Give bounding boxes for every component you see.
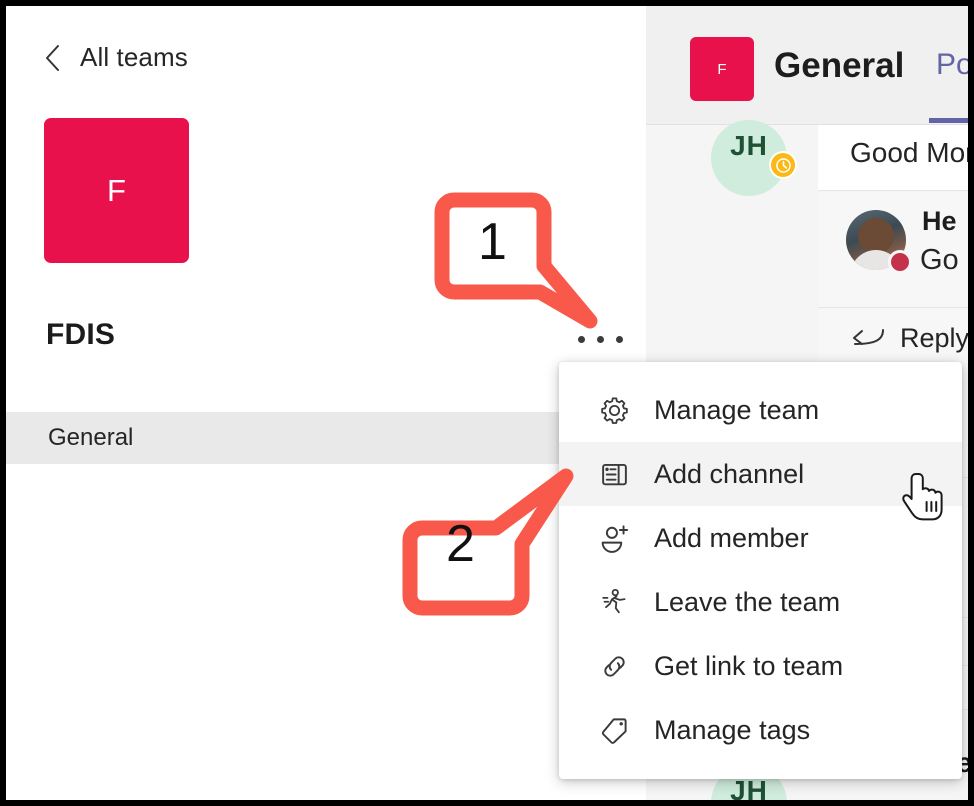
callout-number: 2 [446, 515, 475, 573]
menu-item-label: Manage team [654, 394, 820, 425]
team-avatar[interactable]: F [44, 118, 189, 263]
message-text: Go [920, 244, 959, 276]
chat-team-avatar: F [690, 37, 754, 101]
team-context-menu: Manage team Add channel Add member Leave… [559, 362, 962, 779]
menu-item-label: Add channel [654, 458, 805, 489]
tab-posts[interactable]: Posts [936, 48, 968, 82]
callout-number: 1 [478, 213, 507, 271]
status-badge-away [769, 151, 797, 179]
message-text: Good Mor [850, 137, 968, 168]
menu-item-get-link-to-team[interactable]: Get link to team [559, 634, 962, 698]
menu-item-label: Add member [654, 522, 809, 553]
menu-item-manage-team[interactable]: Manage team [559, 378, 962, 442]
gear-icon [591, 395, 637, 426]
tag-icon [591, 715, 637, 746]
back-label: All teams [80, 42, 188, 72]
link-icon [591, 651, 637, 682]
menu-item-leave-the-team[interactable]: Leave the team [559, 570, 962, 634]
app-window: All teams F FDIS General F General Posts [6, 6, 968, 800]
status-badge-busy [888, 250, 912, 274]
team-name: FDIS [46, 318, 116, 351]
menu-item-manage-tags[interactable]: Manage tags [559, 698, 962, 762]
reply-button[interactable]: Reply [818, 309, 968, 367]
menu-item-label: Get link to team [654, 650, 844, 681]
callout-1: 1 [430, 188, 646, 348]
teams-pane: All teams F FDIS General [6, 6, 646, 800]
tab-active-indicator [929, 118, 968, 123]
clock-icon [771, 153, 795, 177]
back-to-all-teams-button[interactable]: All teams [44, 42, 188, 73]
reply-arrow-icon [853, 329, 884, 345]
reply-label: Reply [900, 322, 968, 353]
avatar-photo [858, 218, 894, 254]
callout-2: 2 [398, 468, 614, 634]
chat-team-avatar-letter: F [717, 60, 727, 78]
chevron-left-icon [46, 44, 59, 71]
avatar-initials: JH [730, 130, 768, 161]
message-author: He [922, 206, 957, 236]
team-avatar-letter: F [107, 172, 126, 208]
message-card[interactable]: He Go [818, 192, 968, 308]
channel-title: General [774, 46, 905, 85]
menu-item-label: Manage tags [654, 714, 811, 745]
message-card[interactable]: Good Mor [818, 125, 968, 191]
chat-header: F General Posts [646, 6, 968, 125]
sidebar-channel-general[interactable]: General [6, 412, 646, 464]
menu-item-label: Leave the team [654, 586, 841, 617]
channel-label: General [48, 424, 134, 451]
pointing-hand-cursor [902, 472, 950, 533]
